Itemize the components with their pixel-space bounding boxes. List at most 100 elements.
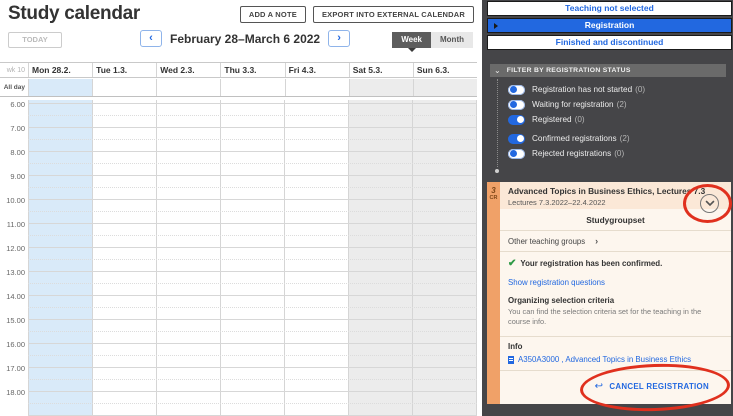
half-hour-line bbox=[28, 283, 477, 284]
all-day-cell[interactable] bbox=[348, 79, 413, 96]
toggle-count: (0) bbox=[614, 149, 625, 158]
all-day-label: All day bbox=[3, 84, 25, 91]
credits-badge: 3 CR bbox=[487, 182, 500, 404]
hour-label: 17.00 bbox=[6, 364, 25, 373]
hour-label: 13.00 bbox=[6, 268, 25, 277]
course-info-link-row[interactable]: A350A3000 , Advanced Topics in Business … bbox=[508, 355, 723, 364]
hour-label: 14.00 bbox=[6, 292, 25, 301]
toggle-switch[interactable] bbox=[508, 133, 525, 144]
hour-line bbox=[28, 391, 477, 392]
page-title: Study calendar bbox=[8, 3, 141, 24]
week-navigation: ‹ February 28–March 6 2022 › bbox=[140, 30, 351, 47]
day-column-mon[interactable] bbox=[28, 100, 92, 416]
all-day-cell[interactable] bbox=[220, 79, 285, 96]
day-column-sat[interactable] bbox=[348, 100, 412, 416]
confirmation-row: ✔ Your registration has been confirmed. bbox=[508, 259, 723, 269]
course-card: 3 CR Advanced Topics in Business Ethics,… bbox=[487, 182, 731, 404]
tab-finished-and-discontinued[interactable]: Finished and discontinued bbox=[487, 35, 732, 50]
toggle-switch[interactable] bbox=[508, 114, 525, 125]
calendar-region: Study calendar ADD A NOTE EXPORT INTO EX… bbox=[0, 0, 482, 416]
hour-label: 8.00 bbox=[10, 148, 25, 157]
toggle-knob bbox=[509, 101, 517, 108]
time-grid: 6.00 7.00 8.00 9.00 10.00 11.00 12.00 13.00 14.0… bbox=[0, 100, 477, 416]
add-note-button[interactable]: ADD A NOTE bbox=[239, 6, 306, 23]
registration-status-block: ✔ Your registration has been confirmed. … bbox=[500, 252, 731, 336]
toggle-label: Registration has not started bbox=[532, 85, 633, 94]
show-registration-questions-link[interactable]: Show registration questions bbox=[508, 278, 723, 287]
all-day-cell[interactable] bbox=[28, 79, 93, 96]
toggle-count: (2) bbox=[616, 100, 627, 109]
export-calendar-button[interactable]: EXPORT INTO EXTERNAL CALENDAR bbox=[312, 6, 474, 23]
all-day-row: All day bbox=[0, 79, 477, 97]
other-teaching-groups-link[interactable]: Other teaching groups › bbox=[500, 231, 731, 252]
selected-tab-arrow-icon bbox=[494, 23, 498, 29]
week-number-label: wk 10 bbox=[6, 67, 25, 74]
info-block: Info A350A3000 , Advanced Topics in Busi… bbox=[500, 336, 731, 370]
today-button[interactable]: TODAY bbox=[8, 32, 62, 48]
hour-label: 9.00 bbox=[10, 172, 25, 181]
all-day-cell[interactable] bbox=[284, 79, 349, 96]
filter-toggle-rejected-registrations[interactable]: Rejected registrations (0) bbox=[508, 148, 728, 159]
credits-unit: CR bbox=[489, 195, 498, 201]
half-hour-line bbox=[28, 187, 477, 188]
confirmation-text: Your registration has been confirmed. bbox=[520, 259, 663, 268]
toggle-knob bbox=[509, 150, 517, 157]
day-header-sun: Sun 6.3. bbox=[412, 63, 477, 77]
toggle-knob bbox=[516, 116, 524, 123]
credits-value: 3 bbox=[491, 186, 496, 195]
day-column-fri[interactable] bbox=[284, 100, 348, 416]
previous-week-button[interactable]: ‹ bbox=[140, 30, 162, 47]
filter-toggle-confirmed-registrations[interactable]: Confirmed registrations (2) bbox=[508, 133, 728, 144]
studygroupset-heading: Studygroupset bbox=[500, 209, 731, 231]
filter-toggle-registration-has-not-started[interactable]: Registration has not started (0) bbox=[508, 84, 728, 95]
cancel-registration-button[interactable]: ↩ CANCEL REGISTRATION bbox=[595, 381, 709, 392]
hour-label: 11.00 bbox=[6, 220, 25, 229]
tab-teaching-not-selected[interactable]: Teaching not selected bbox=[487, 1, 732, 16]
half-hour-line bbox=[28, 139, 477, 140]
all-day-cell[interactable] bbox=[412, 79, 477, 96]
toggle-knob bbox=[516, 135, 524, 142]
hour-line bbox=[28, 175, 477, 176]
day-column-tue[interactable] bbox=[92, 100, 156, 416]
chevron-right-icon: › bbox=[595, 236, 599, 246]
course-card-header: Advanced Topics in Business Ethics, Lect… bbox=[500, 182, 731, 209]
course-info-link[interactable]: A350A3000 , Advanced Topics in Business … bbox=[518, 355, 691, 364]
toggle-count: (0) bbox=[635, 85, 646, 94]
chevron-right-icon: › bbox=[337, 32, 341, 44]
all-day-cell[interactable] bbox=[156, 79, 221, 96]
day-column-sun[interactable] bbox=[412, 100, 477, 416]
next-week-button[interactable]: › bbox=[328, 30, 351, 47]
check-icon: ✔ bbox=[508, 258, 517, 269]
toggle-switch[interactable] bbox=[508, 84, 525, 95]
course-title: Advanced Topics in Business Ethics, Lect… bbox=[508, 186, 705, 196]
hour-label: 7.00 bbox=[10, 124, 25, 133]
day-header-sat: Sat 5.3. bbox=[348, 63, 413, 77]
document-icon bbox=[508, 355, 514, 364]
course-card-body: Advanced Topics in Business Ethics, Lect… bbox=[500, 182, 731, 404]
collapse-card-button[interactable] bbox=[700, 194, 719, 213]
hour-line bbox=[28, 127, 477, 128]
registration-panel: Teaching not selected Registration Finishe… bbox=[482, 0, 733, 416]
half-hour-line bbox=[28, 331, 477, 332]
hour-line bbox=[28, 151, 477, 152]
half-hour-line bbox=[28, 307, 477, 308]
hour-line bbox=[28, 271, 477, 272]
toggle-switch[interactable] bbox=[508, 99, 525, 110]
other-teaching-groups-label: Other teaching groups bbox=[508, 236, 586, 246]
tab-registration[interactable]: Registration bbox=[487, 18, 732, 33]
month-view-tab[interactable]: Month bbox=[431, 32, 473, 48]
filter-header[interactable]: ⌄ FILTER BY REGISTRATION STATUS bbox=[490, 64, 726, 77]
day-column-wed[interactable] bbox=[156, 100, 220, 416]
filter-toggle-waiting-for-registration[interactable]: Waiting for registration (2) bbox=[508, 99, 728, 110]
day-column-thu[interactable] bbox=[220, 100, 284, 416]
filter-toggle-list: Registration has not started (0) Waiting f… bbox=[508, 84, 728, 163]
hour-line bbox=[28, 367, 477, 368]
date-range-label: February 28–March 6 2022 bbox=[170, 31, 321, 46]
all-day-cell[interactable] bbox=[92, 79, 157, 96]
toggle-label: Confirmed registrations bbox=[532, 134, 617, 143]
filter-toggle-registered[interactable]: Registered (0) bbox=[508, 114, 728, 125]
week-view-tab[interactable]: Week bbox=[392, 32, 431, 52]
hour-label: 16.00 bbox=[6, 340, 25, 349]
half-hour-line bbox=[28, 403, 477, 404]
toggle-switch[interactable] bbox=[508, 148, 525, 159]
